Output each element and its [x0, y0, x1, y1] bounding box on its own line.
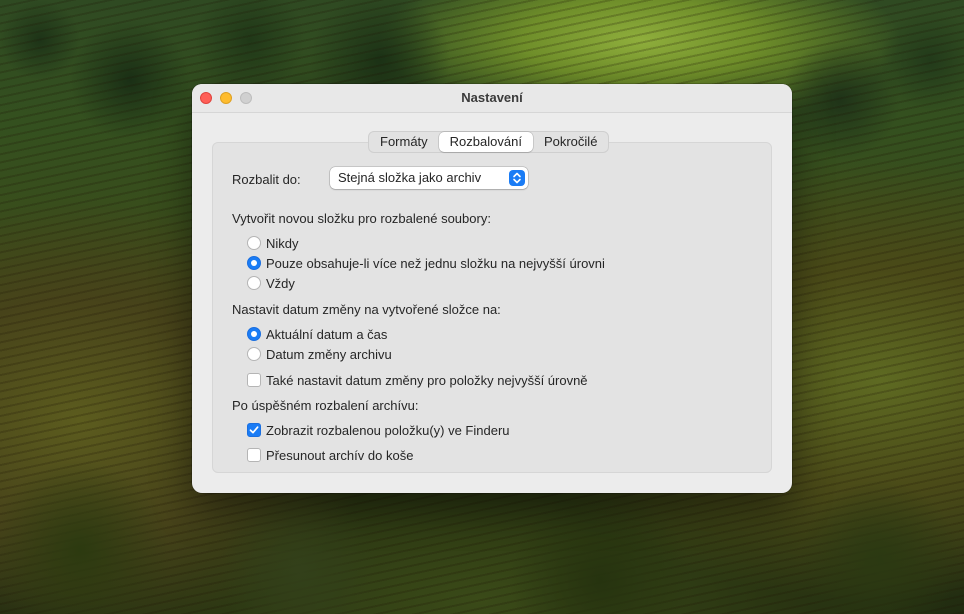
tab-formats[interactable]: Formáty — [369, 132, 439, 152]
radio-current-date-label[interactable]: Aktuální datum a čas — [266, 327, 387, 342]
desktop-wallpaper: Nastavení Formáty Rozbalování Pokročilé … — [0, 0, 964, 614]
modified-date-heading: Nastavit datum změny na vytvořené složce… — [232, 302, 501, 317]
tab-bar: Formáty Rozbalování Pokročilé — [368, 131, 610, 153]
new-folder-heading: Vytvořit novou složku pro rozbalené soub… — [232, 211, 491, 226]
tab-extraction[interactable]: Rozbalování — [438, 132, 533, 152]
radio-archive-date-label[interactable]: Datum změny archivu — [266, 347, 392, 362]
radio-only-multiple-label[interactable]: Pouze obsahuje-li více než jednu složku … — [266, 256, 605, 271]
extract-to-value: Stejná složka jako archiv — [338, 170, 482, 185]
radio-current-date[interactable] — [247, 327, 261, 341]
radio-never-label[interactable]: Nikdy — [266, 236, 299, 251]
checkbox-move-to-trash-label[interactable]: Přesunout archív do koše — [266, 448, 413, 463]
settings-window: Nastavení Formáty Rozbalování Pokročilé … — [192, 84, 792, 493]
extract-to-select[interactable]: Stejná složka jako archiv — [330, 167, 528, 189]
chevron-up-down-icon — [509, 170, 525, 186]
window-title: Nastavení — [461, 90, 523, 105]
checkbox-also-top-level[interactable] — [247, 373, 261, 387]
checkmark-icon — [249, 426, 259, 434]
radio-only-multiple[interactable] — [247, 256, 261, 270]
extract-to-label: Rozbalit do: — [232, 172, 301, 187]
radio-never[interactable] — [247, 236, 261, 250]
checkbox-reveal-in-finder[interactable] — [247, 423, 261, 437]
title-bar: Nastavení — [192, 84, 792, 113]
checkbox-reveal-in-finder-label[interactable]: Zobrazit rozbalenou položku(y) ve Finder… — [266, 423, 510, 438]
radio-always-label[interactable]: Vždy — [266, 276, 295, 291]
tab-advanced[interactable]: Pokročilé — [533, 132, 608, 152]
checkbox-also-top-level-label[interactable]: Také nastavit datum změny pro položky ne… — [266, 373, 588, 388]
extraction-settings-panel: Rozbalit do: Stejná složka jako archiv V… — [212, 142, 772, 473]
radio-always[interactable] — [247, 276, 261, 290]
radio-archive-date[interactable] — [247, 347, 261, 361]
checkbox-move-to-trash[interactable] — [247, 448, 261, 462]
after-extract-heading: Po úspěšném rozbalení archívu: — [232, 398, 419, 413]
